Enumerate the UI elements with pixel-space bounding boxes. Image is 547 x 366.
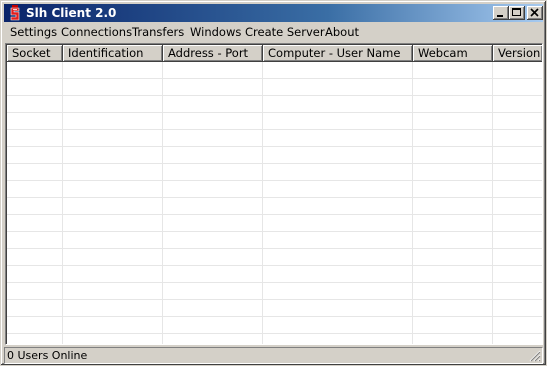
app-window: Slh Client 2.0 Settings Connections Tran… — [0, 0, 547, 366]
column-identification[interactable]: Identification — [63, 45, 163, 62]
grid-row-line — [7, 163, 542, 164]
grid-row-line — [7, 333, 542, 334]
list-grid — [7, 62, 542, 344]
status-text: 0 Users Online — [4, 347, 543, 364]
grid-row-line — [7, 95, 542, 96]
grid-row-line — [7, 78, 542, 79]
minimize-button[interactable] — [493, 6, 509, 20]
grid-row-line — [7, 146, 542, 147]
column-address-port[interactable]: Address - Port — [163, 45, 263, 62]
minimize-icon — [497, 15, 503, 17]
column-version[interactable]: Version — [493, 45, 542, 62]
grid-row-line — [7, 214, 542, 215]
grid-row-line — [7, 265, 542, 266]
grid-column-line — [262, 62, 263, 344]
menu-settings[interactable]: Settings — [5, 23, 62, 42]
grid-column-line — [62, 62, 63, 344]
app-icon[interactable] — [8, 5, 22, 21]
menu-windows[interactable]: Windows — [185, 23, 246, 42]
maximize-icon — [512, 8, 521, 16]
grid-row-line — [7, 282, 542, 283]
grid-column-line — [492, 62, 493, 344]
grid-row-line — [7, 197, 542, 198]
column-socket[interactable]: Socket — [7, 45, 63, 62]
column-computer-user-name[interactable]: Computer - User Name — [263, 45, 413, 62]
maximize-button[interactable] — [509, 6, 525, 20]
menu-connections[interactable]: Connections — [56, 23, 137, 42]
grid-column-line — [162, 62, 163, 344]
grid-row-line — [7, 316, 542, 317]
list-header: Socket Identification Address - Port Com… — [7, 45, 542, 62]
grid-row-line — [7, 129, 542, 130]
grid-row-line — [7, 299, 542, 300]
column-webcam[interactable]: Webcam — [413, 45, 493, 62]
users-list[interactable]: Socket Identification Address - Port Com… — [5, 43, 543, 345]
menu-create-server[interactable]: Create Server — [240, 23, 330, 42]
grid-row-line — [7, 180, 542, 181]
menu-transfers[interactable]: Transfers — [127, 23, 189, 42]
grid-row-line — [7, 112, 542, 113]
menu-about[interactable]: About — [320, 23, 364, 42]
close-icon — [530, 8, 539, 17]
status-bar: 0 Users Online — [4, 347, 543, 364]
resize-grip-icon[interactable] — [529, 350, 541, 362]
close-button[interactable] — [527, 6, 543, 20]
title-bar[interactable]: Slh Client 2.0 — [4, 4, 543, 22]
menu-bar: Settings Connections Transfers Windows C… — [4, 23, 543, 42]
grid-row-line — [7, 231, 542, 232]
grid-row-line — [7, 248, 542, 249]
window-title: Slh Client 2.0 — [26, 6, 117, 20]
grid-column-line — [412, 62, 413, 344]
